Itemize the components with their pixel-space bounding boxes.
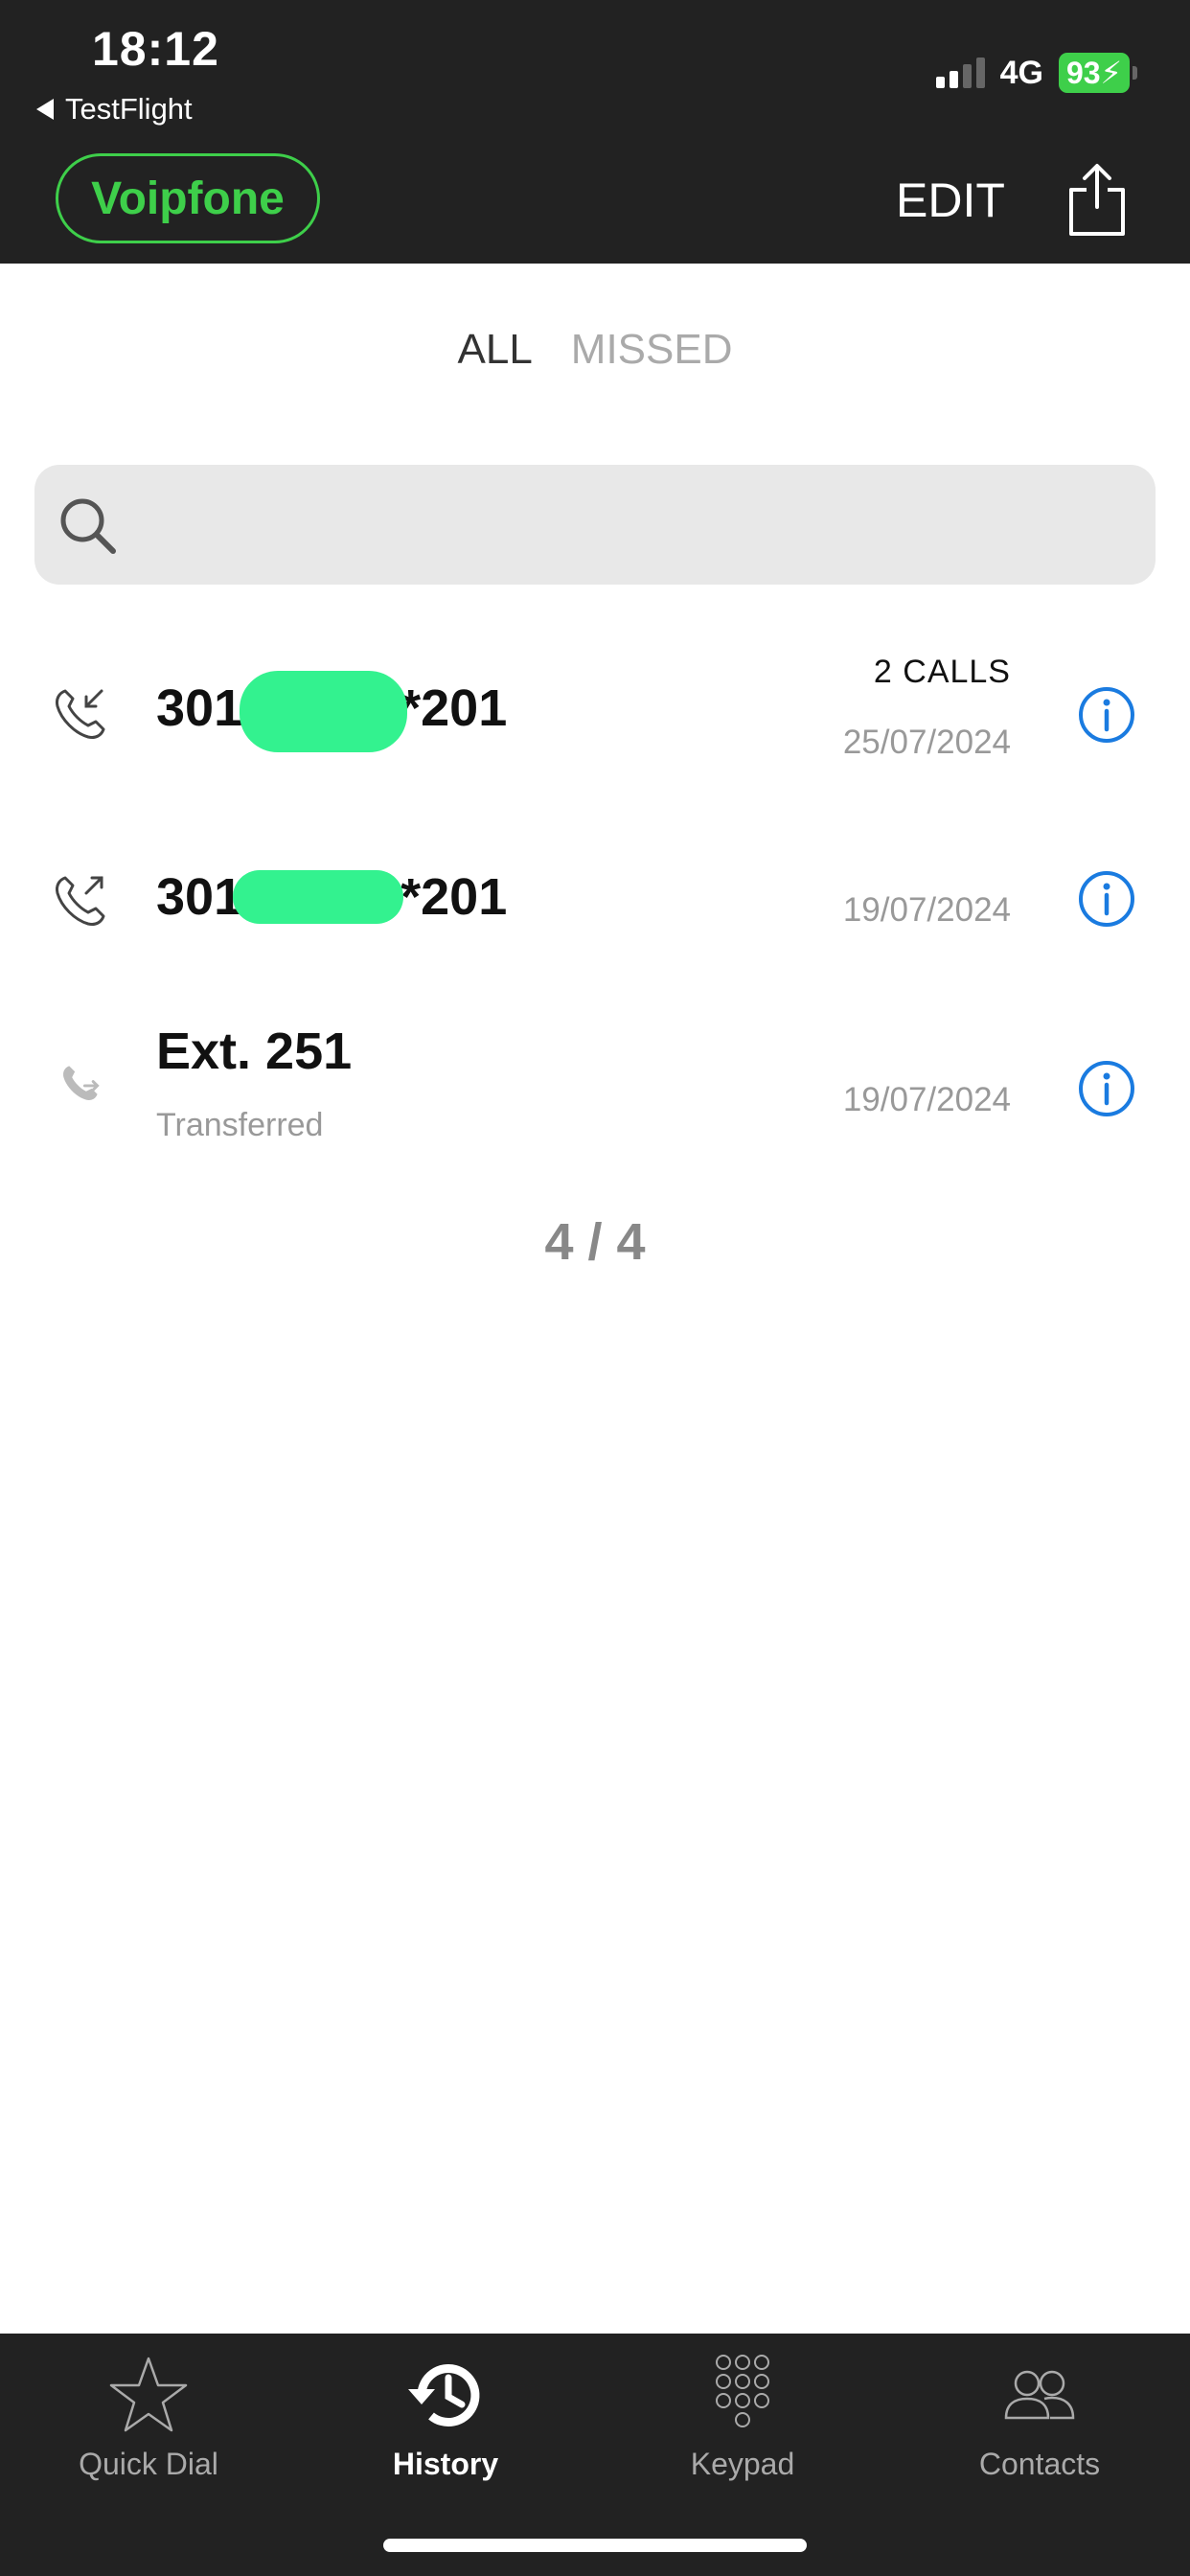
bottom-tab-bar: Quick Dial History Keypad Contacts bbox=[0, 2334, 1190, 2576]
contacts-icon bbox=[1004, 2370, 1075, 2420]
search-bar[interactable] bbox=[34, 465, 1156, 585]
incoming-call-icon bbox=[56, 689, 105, 739]
tab-missed[interactable]: MISSED bbox=[571, 326, 733, 374]
info-icon[interactable] bbox=[1077, 869, 1136, 929]
call-row[interactable]: Ext. 251 Transferred 19/07/2024 bbox=[0, 1016, 1190, 1198]
brand-logo-button[interactable]: Voipfone bbox=[56, 153, 320, 243]
signal-icon bbox=[935, 58, 985, 88]
tab-keypad[interactable]: Keypad bbox=[594, 2334, 891, 2506]
redaction-mark bbox=[233, 870, 403, 924]
tab-contacts[interactable]: Contacts bbox=[891, 2334, 1188, 2506]
battery-icon: 93⚡ bbox=[1058, 53, 1137, 93]
info-icon[interactable] bbox=[1077, 1059, 1136, 1118]
share-icon[interactable] bbox=[1064, 161, 1131, 238]
transferred-call-icon bbox=[63, 1066, 100, 1100]
home-indicator[interactable] bbox=[383, 2539, 807, 2552]
status-time: 18:12 bbox=[92, 22, 219, 76]
edit-button[interactable]: EDIT bbox=[896, 172, 1005, 228]
call-date: 25/07/2024 bbox=[842, 724, 1011, 761]
tab-quick-dial[interactable]: Quick Dial bbox=[0, 2334, 297, 2506]
battery-level: 93 bbox=[1065, 56, 1101, 90]
back-to-app-link[interactable]: TestFlight bbox=[36, 92, 193, 126]
call-date: 19/07/2024 bbox=[842, 1081, 1011, 1118]
network-label: 4G bbox=[999, 54, 1043, 91]
tab-all[interactable]: ALL bbox=[458, 326, 533, 374]
tab-label: Quick Dial bbox=[79, 2447, 218, 2481]
call-date: 19/07/2024 bbox=[842, 891, 1011, 929]
tab-history[interactable]: History bbox=[297, 2334, 594, 2506]
star-icon bbox=[109, 2357, 188, 2432]
call-row[interactable]: 301 *201 2 CALLS 25/07/2024 bbox=[0, 632, 1190, 815]
app-header: 18:12 TestFlight 4G 93⚡ Voipfone EDIT bbox=[0, 0, 1190, 264]
call-subtitle: Transferred bbox=[156, 1107, 324, 1143]
tab-label: History bbox=[392, 2447, 499, 2481]
search-input[interactable] bbox=[140, 465, 1136, 585]
filter-tabs: ALL MISSED bbox=[0, 326, 1190, 374]
tab-label: Contacts bbox=[978, 2447, 1101, 2481]
call-row[interactable]: 301 *201 19/07/2024 bbox=[0, 824, 1190, 1006]
status-indicators: 4G 93⚡ bbox=[935, 53, 1137, 93]
keypad-icon bbox=[716, 2355, 769, 2427]
page-counter: 4 / 4 bbox=[544, 1213, 646, 1271]
tab-label: Keypad bbox=[690, 2447, 795, 2481]
history-icon bbox=[408, 2364, 480, 2426]
outgoing-call-icon bbox=[56, 876, 105, 926]
back-arrow-icon bbox=[36, 99, 54, 120]
back-app-label: TestFlight bbox=[65, 92, 193, 126]
redaction-mark bbox=[240, 671, 407, 752]
call-name: Ext. 251 bbox=[156, 1023, 353, 1080]
info-icon[interactable] bbox=[1077, 685, 1136, 745]
search-icon bbox=[60, 498, 116, 554]
call-count: 2 CALLS bbox=[873, 654, 1011, 690]
